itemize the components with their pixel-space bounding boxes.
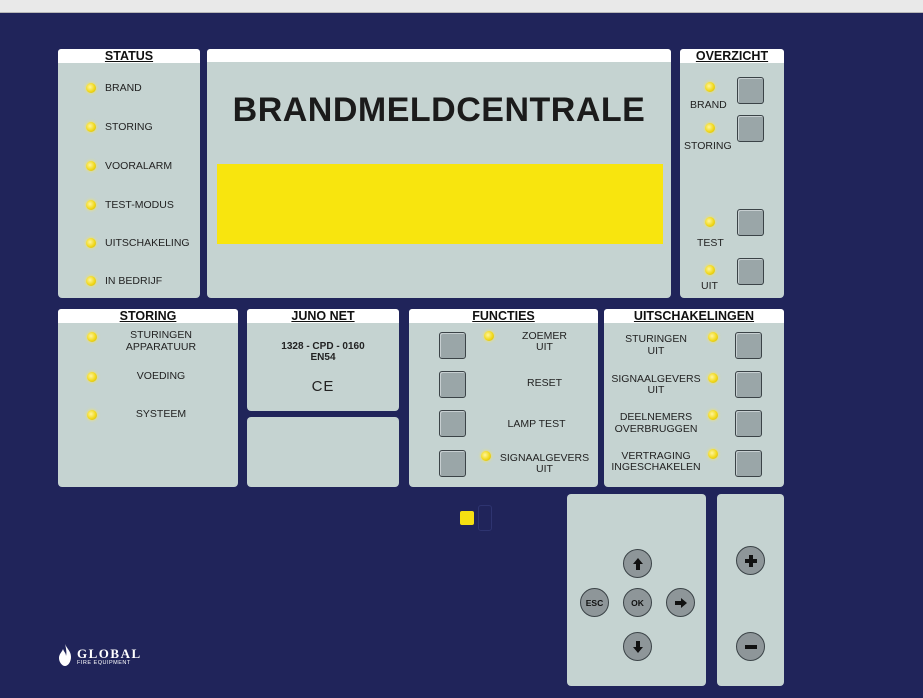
main-panel-top-strip (207, 49, 671, 62)
storing-label-voeding: VOEDING (136, 370, 186, 382)
navigation-panel: ESC OK (567, 494, 706, 686)
status-led-uitschakeling (86, 238, 96, 248)
arrow-up-icon (632, 557, 643, 570)
lcd-display (217, 164, 663, 244)
status-label-vooralarm: VOORALARM (105, 160, 173, 172)
status-header: STATUS (58, 49, 200, 63)
right-arrow-button[interactable] (666, 588, 695, 617)
status-led-vooralarm (86, 161, 96, 171)
uitschakelingen-header: UITSCHAKELINGEN (604, 309, 784, 323)
storing-panel: STORING STURINGEN APPARATUUR VOEDING SYS… (58, 309, 238, 487)
sturingen-uit-button[interactable] (735, 332, 762, 359)
juno-net-panel: JUNO NET 1328 - CPD - 0160 EN54 CE (247, 309, 399, 411)
status-led-test-modus (86, 200, 96, 210)
lamp-test-button[interactable] (439, 410, 466, 437)
logo-tagline: FIRE EQUIPMENT (77, 660, 131, 666)
uitsch-signaalgevers-led (708, 373, 718, 383)
overzicht-label-uit: UIT (701, 280, 718, 292)
storing-led-sturingen (87, 332, 97, 342)
arrow-down-icon (632, 640, 643, 653)
up-arrow-button[interactable] (623, 549, 652, 578)
overzicht-label-brand: BRAND (690, 99, 727, 111)
key-indicator-led (460, 511, 474, 525)
signaalgevers-led (481, 451, 491, 461)
key-slot[interactable] (478, 505, 492, 531)
main-display-panel: BRANDMELDCENTRALE (207, 49, 671, 298)
storing-led-systeem (87, 410, 97, 420)
ce-mark: CE (311, 378, 335, 395)
status-label-storing: STORING (105, 121, 153, 133)
uitsch-sturingen-led (708, 332, 718, 342)
lamp-test-label: LAMP TEST (507, 418, 566, 430)
overzicht-test-button[interactable] (737, 209, 764, 236)
uitsch-signaalgevers-line2: UIT (647, 384, 665, 396)
plus-icon (744, 554, 757, 567)
esc-button[interactable]: ESC (580, 588, 609, 617)
signaalgevers-uit-toggle-button[interactable] (735, 371, 762, 398)
standard-label: EN54 (310, 352, 336, 363)
signaalgevers-label-line2: UIT (536, 463, 553, 475)
uitsch-deelnemers-line2: OVERBRUGGEN (614, 423, 698, 435)
uitsch-sturingen-line1: STURINGEN (625, 333, 687, 345)
overzicht-led-test (705, 217, 715, 227)
storing-led-voeding (87, 372, 97, 382)
deelnemers-overbruggen-button[interactable] (735, 410, 762, 437)
blank-panel (247, 417, 399, 487)
zoemer-label-line2: UIT (536, 341, 553, 353)
plus-minus-panel (717, 494, 784, 686)
overzicht-storing-button[interactable] (737, 115, 764, 142)
zoemer-led (484, 331, 494, 341)
vertraging-ingeschakelen-button[interactable] (735, 450, 762, 477)
window-top-strip (0, 0, 923, 13)
flame-logo-icon (59, 644, 71, 666)
status-led-brand (86, 83, 96, 93)
overzicht-led-brand (705, 82, 715, 92)
plus-button[interactable] (736, 546, 765, 575)
uitsch-deelnemers-led (708, 410, 718, 420)
zoemer-uit-button[interactable] (439, 332, 466, 359)
storing-label-sturingen-line1: STURINGEN (130, 329, 192, 341)
uitsch-vertraging-led (708, 449, 718, 459)
status-label-test-modus: TEST-MODUS (105, 199, 174, 211)
minus-icon (744, 644, 757, 649)
overzicht-panel: OVERZICHT BRAND STORING TEST UIT (680, 49, 784, 298)
status-led-storing (86, 122, 96, 132)
reset-button[interactable] (439, 371, 466, 398)
certification-number: 1328 - CPD - 0160 (281, 341, 365, 352)
status-panel: STATUS BRAND STORING VOORALARM TEST-MODU… (58, 49, 200, 298)
uitsch-vertraging-line2: INGESCHAKELEN (611, 461, 701, 473)
overzicht-label-storing: STORING (684, 140, 732, 152)
overzicht-header: OVERZICHT (680, 49, 784, 63)
uitsch-deelnemers-line1: DEELNEMERS (619, 411, 693, 423)
juno-net-header: JUNO NET (247, 309, 399, 323)
storing-header: STORING (58, 309, 238, 323)
panel-title: BRANDMELDCENTRALE (232, 91, 646, 129)
status-label-uitschakeling: UITSCHAKELING (105, 237, 190, 249)
minus-button[interactable] (736, 632, 765, 661)
ok-label: OK (631, 597, 644, 608)
storing-label-sturingen-line2: APPARATUUR (125, 341, 197, 353)
storing-label-systeem: SYSTEEM (135, 408, 187, 420)
uitsch-sturingen-line2: UIT (647, 345, 665, 357)
signaalgevers-uit-button[interactable] (439, 450, 466, 477)
overzicht-led-uit (705, 265, 715, 275)
down-arrow-button[interactable] (623, 632, 652, 661)
uitschakelingen-panel: UITSCHAKELINGEN STURINGEN UIT SIGNAALGEV… (604, 309, 784, 487)
esc-label: ESC (585, 597, 604, 608)
overzicht-brand-button[interactable] (737, 77, 764, 104)
global-logo: GLOBAL FIRE EQUIPMENT (57, 643, 167, 669)
reset-label: RESET (526, 377, 562, 389)
status-label-in-bedrijf: IN BEDRIJF (105, 275, 163, 287)
overzicht-uit-button[interactable] (737, 258, 764, 285)
functies-panel: FUNCTIES ZOEMER UIT RESET LAMP TEST SIGN… (409, 309, 598, 487)
status-led-in-bedrijf (86, 276, 96, 286)
functies-header: FUNCTIES (409, 309, 598, 323)
ok-button[interactable]: OK (623, 588, 652, 617)
overzicht-label-test: TEST (697, 237, 724, 249)
overzicht-led-storing (705, 123, 715, 133)
status-label-brand: BRAND (105, 82, 142, 94)
arrow-right-icon (674, 597, 687, 608)
